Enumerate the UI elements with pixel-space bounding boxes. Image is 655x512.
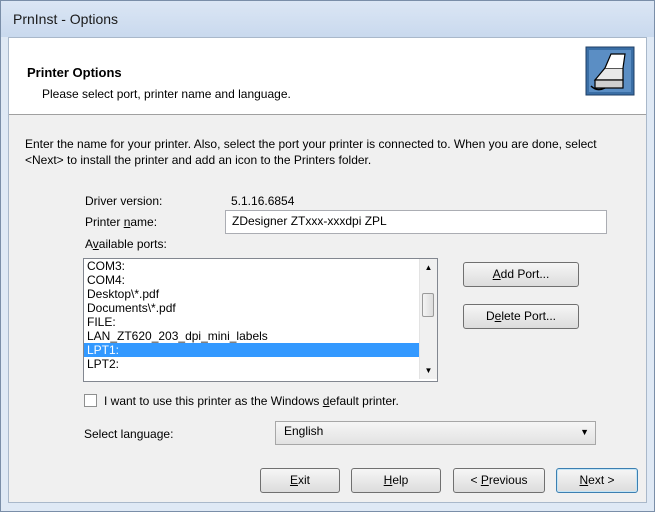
window-title: PrnInst - Options	[13, 11, 119, 27]
port-list-item[interactable]: FILE:	[84, 315, 437, 329]
driver-version-label: Driver version:	[85, 194, 163, 208]
header-subtitle: Please select port, printer name and lan…	[42, 87, 291, 101]
add-port-button[interactable]: Add Port...	[463, 262, 579, 287]
port-list-item[interactable]: Desktop\*.pdf	[84, 287, 437, 301]
port-list-item[interactable]: LPT1:	[84, 343, 437, 357]
port-list-item[interactable]: COM3:	[84, 259, 437, 273]
help-button[interactable]: Help	[351, 468, 441, 493]
wizard-header: Printer Options Please select port, prin…	[9, 38, 646, 115]
previous-button[interactable]: < Previous	[453, 468, 545, 493]
port-list-item[interactable]: LPT2:	[84, 357, 437, 371]
printer-name-label: Printer name:	[85, 215, 158, 229]
printer-name-field[interactable]: ZDesigner ZTxxx-xxxdpi ZPL	[225, 210, 607, 234]
printer-wizard-icon	[585, 46, 635, 96]
language-value: English	[284, 424, 324, 438]
ports-listbox[interactable]: COM3: COM4: Desktop\*.pdf Documents\*.pdf FI…	[83, 258, 438, 382]
port-list-item[interactable]: Documents\*.pdf	[84, 301, 437, 315]
exit-button[interactable]: Exit	[260, 468, 340, 493]
driver-version-value: 5.1.16.6854	[231, 194, 295, 208]
port-list-item[interactable]: COM4:	[84, 273, 437, 287]
default-printer-label: I want to use this printer as the Window…	[104, 394, 399, 408]
title-bar[interactable]: PrnInst - Options	[1, 1, 654, 37]
chevron-down-icon: ▼	[580, 427, 589, 437]
select-language-label: Select language:	[84, 427, 174, 441]
header-title: Printer Options	[27, 65, 122, 80]
scroll-thumb[interactable]	[422, 293, 434, 317]
scroll-up-icon[interactable]: ▲	[420, 259, 437, 276]
default-printer-checkbox[interactable]	[84, 394, 97, 407]
ports-scrollbar[interactable]: ▲ ▼	[419, 259, 437, 379]
delete-port-button[interactable]: Delete Port...	[463, 304, 579, 329]
scroll-down-icon[interactable]: ▼	[420, 362, 437, 379]
intro-text: Enter the name for your printer. Also, s…	[25, 137, 597, 167]
available-ports-label: Available ports:	[85, 237, 167, 251]
next-button[interactable]: Next >	[556, 468, 638, 493]
port-list-item[interactable]: LAN_ZT620_203_dpi_mini_labels	[84, 329, 437, 343]
language-select[interactable]: English ▼	[275, 421, 596, 445]
